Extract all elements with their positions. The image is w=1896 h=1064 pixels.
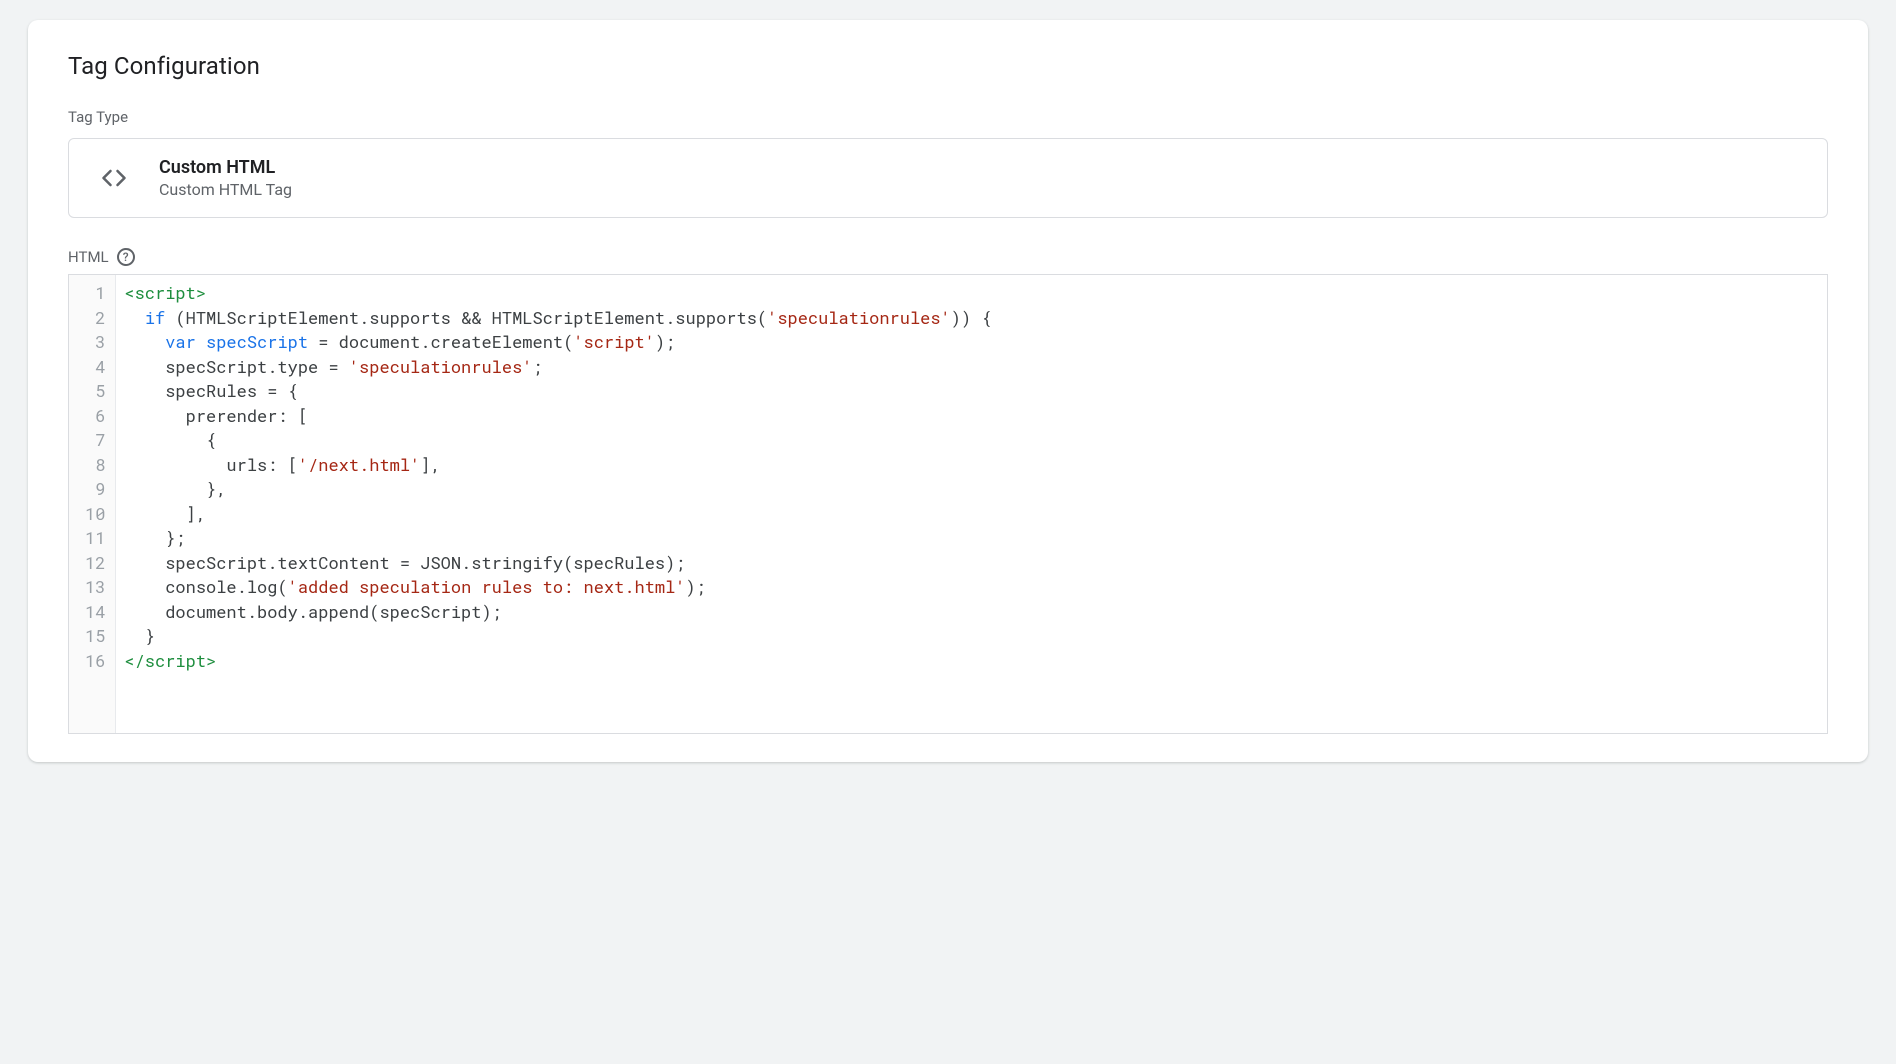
tag-type-texts: Custom HTML Custom HTML Tag (159, 157, 292, 199)
code-line[interactable]: specScript.type = 'speculationrules'; (124, 355, 1819, 380)
line-number: 13 (85, 575, 109, 600)
code-line[interactable]: document.body.append(specScript); (124, 600, 1819, 625)
tag-configuration-card: Tag Configuration Tag Type Custom HTML C… (28, 20, 1868, 762)
html-field-label: HTML (68, 248, 109, 266)
code-line[interactable]: <script> (124, 281, 1819, 306)
line-number: 2 (85, 306, 109, 331)
line-number: 6 (85, 404, 109, 429)
line-number: 7 (85, 428, 109, 453)
code-line[interactable]: ], (124, 502, 1819, 527)
code-line[interactable]: if (HTMLScriptElement.supports && HTMLSc… (124, 306, 1819, 331)
code-line[interactable]: } (124, 624, 1819, 649)
tag-type-label: Tag Type (68, 108, 1828, 126)
html-field-header: HTML ? (68, 248, 1828, 266)
line-number: 5 (85, 379, 109, 404)
line-number: 1 (85, 281, 109, 306)
tag-type-title: Custom HTML (159, 157, 292, 178)
tag-type-selector[interactable]: Custom HTML Custom HTML Tag (68, 138, 1828, 218)
line-number: 3 (85, 330, 109, 355)
line-number: 9 (85, 477, 109, 502)
line-number: 4 (85, 355, 109, 380)
code-line[interactable]: urls: ['/next.html'], (124, 453, 1819, 478)
line-number: 10 (85, 502, 109, 527)
line-number: 8 (85, 453, 109, 478)
line-number: 14 (85, 600, 109, 625)
section-title: Tag Configuration (68, 52, 1828, 80)
line-number: 16 (85, 649, 109, 674)
code-line[interactable]: specScript.textContent = JSON.stringify(… (124, 551, 1819, 576)
line-number: 12 (85, 551, 109, 576)
help-icon[interactable]: ? (117, 248, 135, 266)
code-line[interactable]: var specScript = document.createElement(… (124, 330, 1819, 355)
code-area[interactable]: <script> if (HTMLScriptElement.supports … (116, 275, 1827, 733)
code-line[interactable]: }; (124, 526, 1819, 551)
line-number: 11 (85, 526, 109, 551)
code-line[interactable]: { (124, 428, 1819, 453)
line-number: 15 (85, 624, 109, 649)
line-number-gutter: 12345678910111213141516 (69, 275, 116, 733)
code-line[interactable]: </script> (124, 649, 1819, 674)
html-code-editor[interactable]: 12345678910111213141516 <script> if (HTM… (68, 274, 1828, 734)
tag-type-subtitle: Custom HTML Tag (159, 180, 292, 199)
code-line[interactable]: specRules = { (124, 379, 1819, 404)
code-line[interactable]: console.log('added speculation rules to:… (124, 575, 1819, 600)
code-line[interactable]: prerender: [ (124, 404, 1819, 429)
code-brackets-icon (93, 157, 135, 199)
code-line[interactable]: }, (124, 477, 1819, 502)
